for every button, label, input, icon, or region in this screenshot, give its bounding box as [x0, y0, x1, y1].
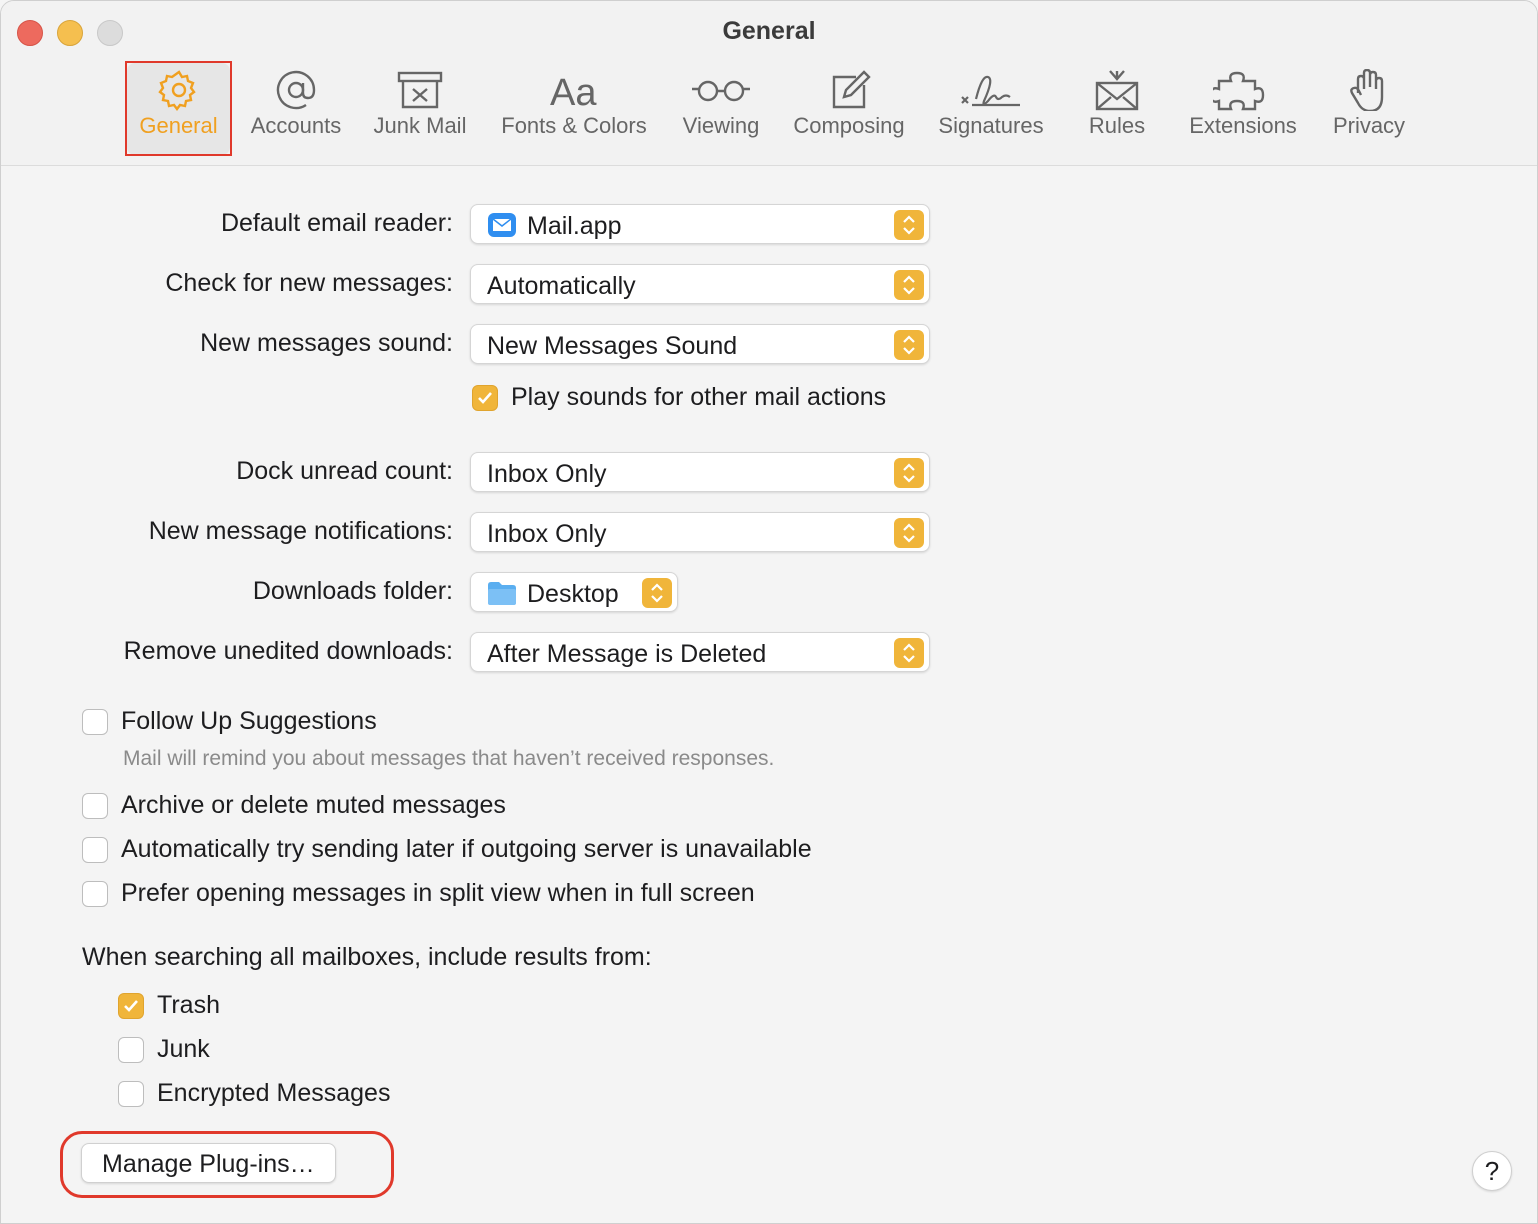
compose-icon [832, 70, 871, 109]
svg-text:Aa: Aa [550, 72, 597, 111]
tab-viewing[interactable]: Viewing [671, 63, 771, 155]
tab-signatures[interactable]: Signatures [927, 63, 1055, 155]
tab-extensions[interactable]: Extensions [1177, 63, 1309, 155]
puzzle-icon [1213, 71, 1265, 111]
popup-value: Inbox Only [487, 460, 607, 488]
tab-composing[interactable]: Composing [785, 63, 913, 155]
tab-label: Viewing [682, 113, 760, 138]
at-sign-icon [276, 70, 316, 110]
default-reader-popup[interactable]: Mail.app [470, 204, 930, 244]
check-messages-label: Check for new messages: [165, 269, 453, 297]
chevron-updown-icon [642, 578, 672, 608]
tab-label: Extensions [1189, 113, 1297, 138]
follow-up-hint: Mail will remind you about messages that… [123, 747, 775, 770]
tab-fonts-colors[interactable]: Aa Fonts & Colors [491, 63, 657, 155]
trash-checkbox[interactable] [118, 993, 144, 1019]
popup-value: After Message is Deleted [487, 640, 767, 668]
archive-muted-checkbox[interactable] [82, 793, 108, 819]
follow-up-checkbox[interactable] [82, 709, 108, 735]
chevron-updown-icon [894, 270, 924, 300]
auto-retry-label: Automatically try sending later if outgo… [121, 835, 812, 863]
preferences-window: General General Accounts Junk Mail Aa Fo… [0, 0, 1538, 1224]
tab-rules[interactable]: Rules [1077, 63, 1157, 155]
chevron-updown-icon [894, 518, 924, 548]
junk-checkbox[interactable] [118, 1037, 144, 1063]
trash-label: Trash [157, 991, 220, 1019]
search-heading: When searching all mailboxes, include re… [82, 943, 652, 971]
popup-value: New Messages Sound [487, 332, 738, 360]
tab-label: Privacy [1332, 113, 1406, 138]
split-view-label: Prefer opening messages in split view wh… [121, 879, 755, 907]
remove-downloads-popup[interactable]: After Message is Deleted [470, 632, 930, 672]
encrypted-label: Encrypted Messages [157, 1079, 391, 1107]
downloads-label: Downloads folder: [252, 577, 453, 605]
chevron-updown-icon [894, 638, 924, 668]
window-title: General [722, 17, 816, 45]
auto-retry-checkbox[interactable] [82, 837, 108, 863]
glasses-icon [692, 80, 750, 102]
manage-plugins-highlight [60, 1131, 394, 1198]
rules-icon [1095, 70, 1139, 111]
chevron-updown-icon [894, 458, 924, 488]
archive-muted-label: Archive or delete muted messages [121, 791, 506, 819]
tab-label: Accounts [250, 113, 342, 138]
tab-label: Junk Mail [373, 113, 467, 138]
chevron-updown-icon [894, 330, 924, 360]
tab-accounts[interactable]: Accounts [241, 63, 351, 155]
downloads-popup[interactable]: Desktop [470, 572, 678, 612]
dock-count-popup[interactable]: Inbox Only [470, 452, 930, 492]
follow-up-label: Follow Up Suggestions [121, 707, 377, 735]
notifications-popup[interactable]: Inbox Only [470, 512, 930, 552]
tab-label: Signatures [938, 113, 1044, 138]
mail-app-icon [488, 213, 516, 237]
notifications-label: New message notifications: [148, 517, 453, 545]
popup-value: Desktop [527, 580, 619, 608]
junk-mail-icon [397, 71, 443, 109]
general-tab-highlight [125, 61, 232, 156]
popup-value: Mail.app [527, 212, 622, 240]
folder-icon [488, 582, 516, 605]
sound-popup[interactable]: New Messages Sound [470, 324, 930, 364]
chevron-updown-icon [894, 210, 924, 240]
split-view-checkbox[interactable] [82, 881, 108, 907]
tab-label: Fonts & Colors [501, 113, 647, 138]
checkmark-icon [124, 1000, 138, 1012]
default-reader-label: Default email reader: [220, 209, 453, 237]
play-sounds-checkbox[interactable] [472, 385, 498, 411]
fonts-icon: Aa [550, 72, 597, 111]
encrypted-checkbox[interactable] [118, 1081, 144, 1107]
popup-value: Automatically [487, 272, 636, 300]
hand-icon [1350, 69, 1384, 111]
remove-downloads-label: Remove unedited downloads: [123, 637, 453, 665]
junk-label: Junk [157, 1035, 210, 1063]
popup-value: Inbox Only [487, 520, 607, 548]
checkmark-icon [478, 392, 492, 404]
sound-label: New messages sound: [200, 329, 453, 357]
tab-label: Composing [793, 113, 905, 138]
play-sounds-label: Play sounds for other mail actions [511, 383, 887, 411]
dock-count-label: Dock unread count: [236, 457, 453, 485]
tab-label: Rules [1088, 113, 1146, 138]
tab-junk-mail[interactable]: Junk Mail [365, 63, 475, 155]
signature-icon [961, 75, 1020, 107]
check-messages-popup[interactable]: Automatically [470, 264, 930, 304]
help-button[interactable]: ? [1472, 1151, 1512, 1191]
tab-privacy[interactable]: Privacy [1323, 63, 1415, 155]
